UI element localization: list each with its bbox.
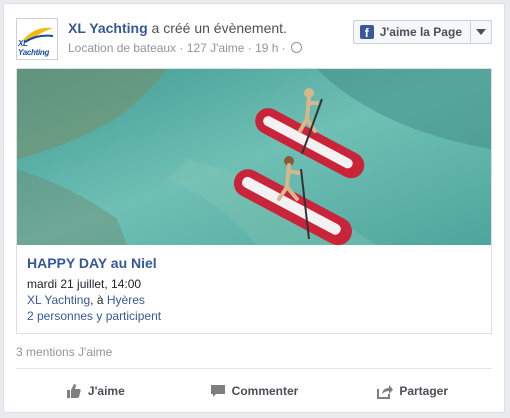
event-location-link[interactable]: Hyères — [107, 293, 145, 307]
post-actions: J'aime Commenter Partager — [16, 376, 492, 406]
logo-text: XL Yachting — [18, 39, 50, 57]
event-datetime: mardi 21 juillet, 14:00 — [27, 277, 142, 291]
page-category: Location de bateaux — [68, 41, 177, 55]
post-header: XL Yachting XL Yachting a créé un évènem… — [16, 16, 492, 62]
post-time[interactable]: 19 h — [255, 41, 278, 55]
comment-icon — [210, 385, 225, 397]
share-label: Partager — [399, 384, 449, 398]
like-page-button[interactable]: f J'aime la Page — [352, 20, 492, 44]
event-attachment[interactable]: HAPPY DAY au Niel mardi 21 juillet, 14:0… — [16, 68, 492, 334]
like-page-label: J'aime la Page — [379, 25, 462, 39]
comment-button[interactable]: Commenter — [175, 376, 334, 406]
like-page-main[interactable]: f J'aime la Page — [354, 21, 471, 43]
post-title: XL Yachting a créé un évènement. — [68, 20, 287, 36]
event-title[interactable]: HAPPY DAY au Niel — [27, 255, 161, 271]
share-icon — [377, 385, 394, 399]
thumbs-up-icon — [66, 384, 81, 398]
like-label: J'aime — [87, 384, 125, 398]
likes-count[interactable]: 3 mentions J'aime — [16, 345, 112, 359]
event-details: HAPPY DAY au Niel mardi 21 juillet, 14:0… — [27, 255, 161, 324]
divider — [16, 368, 492, 369]
like-button[interactable]: J'aime — [16, 376, 175, 406]
comment-label: Commenter — [231, 384, 299, 398]
post-action-text: a créé un évènement. — [151, 20, 287, 36]
event-host-link[interactable]: XL Yachting — [27, 293, 90, 307]
event-host-location: XL Yachting, à Hyères — [27, 292, 161, 308]
event-separator: , à — [90, 293, 107, 307]
globe-icon — [291, 42, 303, 53]
page-avatar[interactable]: XL Yachting — [16, 18, 58, 60]
facebook-icon: f — [359, 25, 374, 40]
event-photo[interactable] — [17, 69, 491, 245]
share-button[interactable]: Partager — [333, 376, 492, 406]
page-likes: 127 J'aime — [186, 41, 245, 55]
page-name-link[interactable]: XL Yachting — [68, 20, 148, 36]
chevron-down-icon[interactable] — [471, 21, 491, 43]
event-participants[interactable]: 2 personnes y participent — [27, 308, 161, 324]
post-card: XL Yachting XL Yachting a créé un évènem… — [3, 3, 505, 413]
post-meta: Location de bateaux · 127 J'aime · 19 h … — [68, 41, 303, 55]
